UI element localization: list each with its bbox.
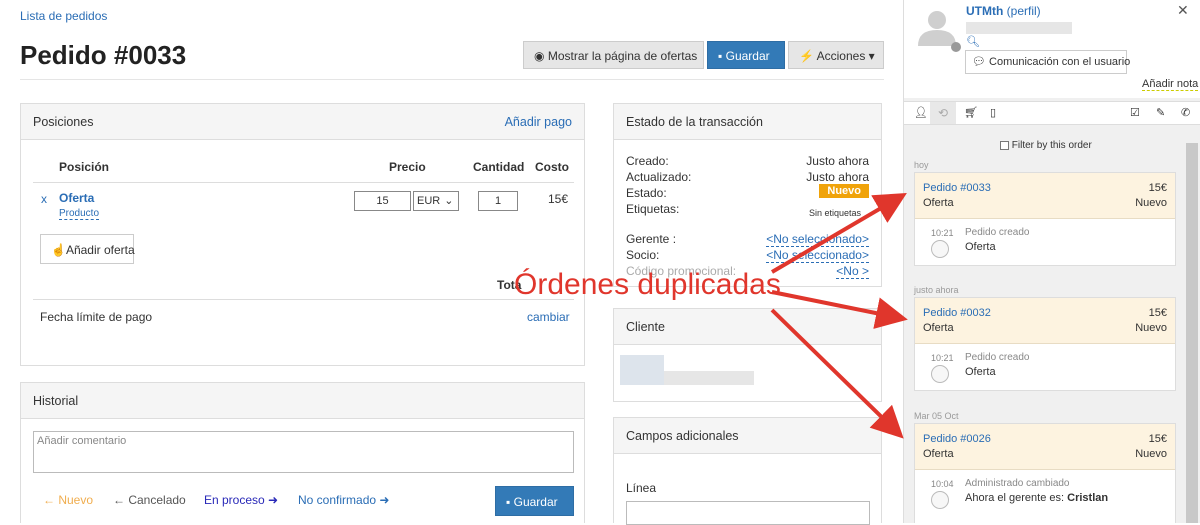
arrow-to-0033 (770, 192, 907, 274)
annotation-arrows (770, 192, 908, 439)
arrow-to-0026 (770, 308, 904, 439)
arrow-to-0032 (771, 290, 908, 329)
